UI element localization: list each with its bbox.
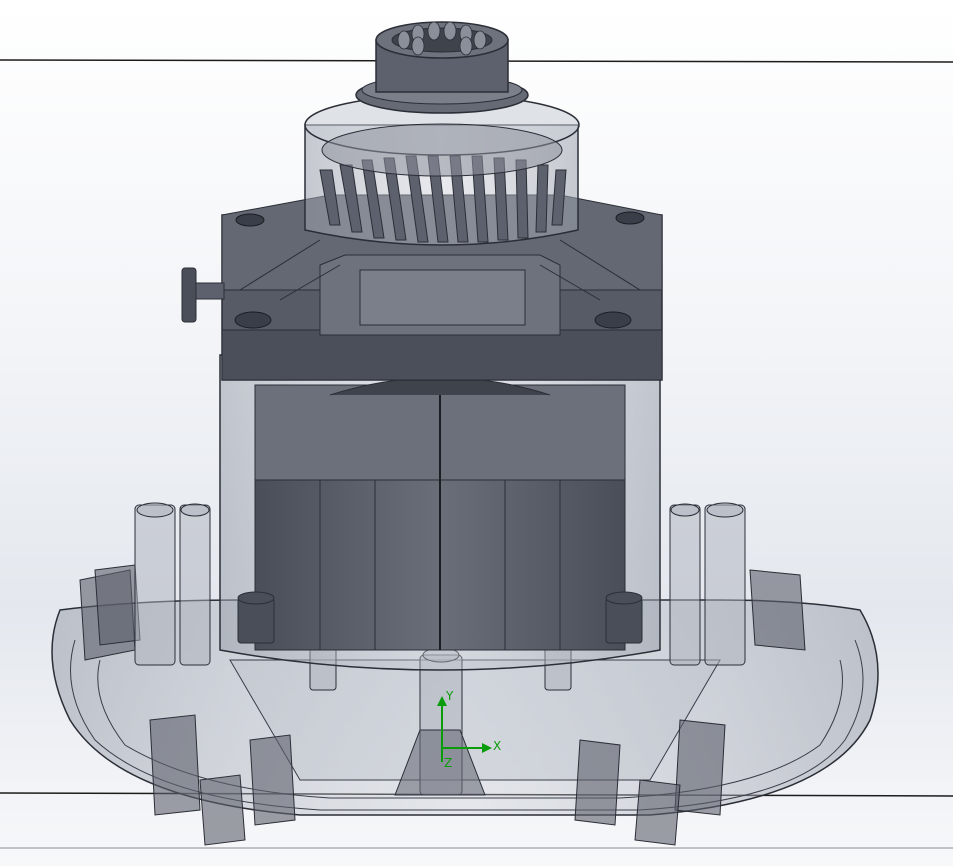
triad-z-label: Z xyxy=(444,756,452,770)
graphics-viewport[interactable]: Y X Z xyxy=(0,0,953,866)
model-view[interactable]: Y X Z xyxy=(0,0,953,866)
motor-housing[interactable] xyxy=(219,354,661,671)
spline-pulley[interactable] xyxy=(355,21,529,114)
side-adjust-knob[interactable] xyxy=(181,267,225,323)
triad-y-label: Y xyxy=(445,689,454,703)
stator-core xyxy=(254,377,626,651)
cooling-fan[interactable] xyxy=(304,94,580,246)
triad-x-label: X xyxy=(493,739,501,753)
